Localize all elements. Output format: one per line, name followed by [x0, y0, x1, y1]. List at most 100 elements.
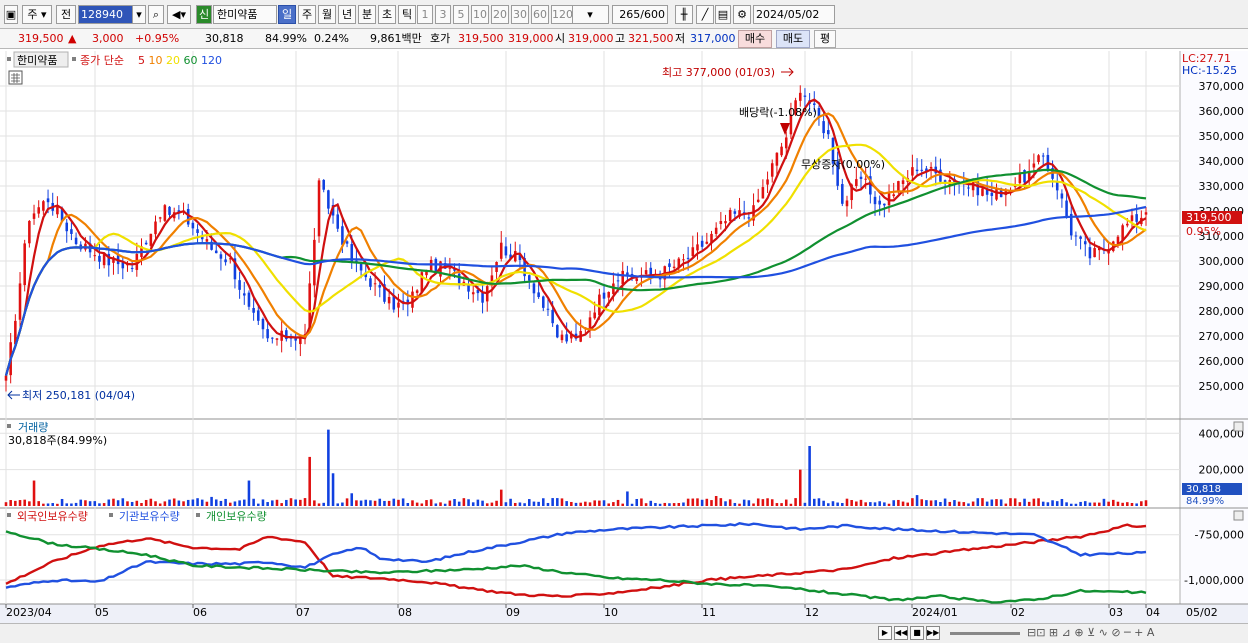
- volume-bar: [523, 503, 526, 506]
- period-tab[interactable]: 분: [358, 5, 376, 24]
- volume-bar: [1004, 503, 1008, 506]
- zoom-slider[interactable]: [950, 632, 1020, 635]
- period-tab[interactable]: 틱: [398, 5, 416, 24]
- stop-icon[interactable]: ■: [910, 626, 924, 640]
- period-tab[interactable]: 주: [298, 5, 316, 24]
- search-icon[interactable]: ⌕: [148, 5, 164, 24]
- period-select-label: 주: [27, 8, 38, 21]
- candle-body: [822, 121, 825, 134]
- save-icon[interactable]: ▤: [715, 5, 731, 24]
- interval-tab[interactable]: 20: [491, 5, 509, 24]
- volume-bar: [308, 456, 311, 506]
- candle-body: [929, 166, 933, 169]
- legend-ma-period: 5: [138, 54, 149, 67]
- interval-tab[interactable]: 60: [531, 5, 549, 24]
- interval-tab[interactable]: 120: [551, 5, 573, 24]
- eval-button[interactable]: 평: [814, 30, 836, 48]
- holding-legend-label: 기관보유수량: [119, 510, 180, 523]
- candle-type-icon[interactable]: ╫: [675, 5, 693, 24]
- volume-bar: [154, 501, 157, 506]
- volume-bar: [210, 496, 213, 506]
- volume-bar: [831, 501, 835, 506]
- interval-tab[interactable]: 1: [417, 5, 433, 24]
- count-total: /600: [640, 8, 665, 21]
- volume-bar: [191, 499, 195, 506]
- volume-bar: [84, 500, 87, 506]
- jump-start-icon[interactable]: ◀◀: [894, 626, 908, 640]
- volume-bar: [65, 503, 69, 506]
- volume-bar: [878, 501, 881, 506]
- current-pct-tag: 0.95%: [1186, 225, 1221, 238]
- volume-bar: [971, 501, 975, 506]
- candle-body: [154, 221, 157, 235]
- stock-chart[interactable]: 370,000360,000350,000340,000330,000320,0…: [0, 51, 1248, 623]
- volume-bar: [383, 500, 386, 506]
- volume-bar: [299, 499, 302, 506]
- interval-tab[interactable]: 3: [435, 5, 451, 24]
- candle-body: [471, 292, 475, 295]
- legend-ma-period: 120: [201, 54, 222, 67]
- volume-bar: [995, 499, 998, 506]
- jump-end-icon[interactable]: ▶▶: [926, 626, 940, 640]
- candle-body: [457, 273, 461, 284]
- candle-body: [766, 179, 769, 185]
- legend-stock-name: 한미약품: [17, 53, 57, 67]
- date-field[interactable]: 2024/05/02: [753, 5, 835, 24]
- interval-tab[interactable]: 5: [453, 5, 469, 24]
- volume-bar: [205, 501, 209, 506]
- period-tab[interactable]: 일: [278, 5, 296, 24]
- scroll-right-icon[interactable]: ▶: [878, 626, 892, 640]
- candle-body: [299, 338, 302, 345]
- volume-bar: [93, 501, 97, 506]
- period-tab[interactable]: 년: [338, 5, 356, 24]
- ask-price: 319,000: [508, 32, 554, 45]
- stock-name-field[interactable]: 한미약품: [213, 5, 277, 24]
- bottom-tool-icons[interactable]: ⊟⊡ ⊞ ⊿ ⊕ ⊻ ∿ ⊘ ─ + A: [1027, 626, 1154, 639]
- volume-bar: [635, 498, 639, 506]
- period-tab[interactable]: 월: [318, 5, 336, 24]
- volume-bar: [144, 499, 148, 506]
- candle-body: [481, 292, 484, 303]
- gear-icon[interactable]: ⚙: [733, 5, 751, 24]
- candle-body: [1126, 223, 1129, 226]
- speaker-icon[interactable]: ◀▾: [167, 5, 191, 24]
- volume-bar: [378, 498, 382, 506]
- volume-bar: [985, 501, 989, 506]
- prev-select[interactable]: 전: [56, 5, 76, 24]
- candle-body: [593, 312, 596, 319]
- draw-tool-icon[interactable]: ╱: [696, 5, 714, 24]
- high-price: 321,500: [628, 32, 674, 45]
- date-tick-label: 08: [398, 606, 412, 619]
- volume-bar: [420, 503, 424, 506]
- volume-bar: [1051, 500, 1054, 506]
- interval-input[interactable]: ▾: [571, 5, 609, 24]
- candle-body: [761, 187, 765, 199]
- calendar-icon[interactable]: [8, 70, 23, 85]
- volume-bar: [513, 502, 517, 506]
- volume-bar: [397, 499, 400, 506]
- code-dropdown-icon[interactable]: ▾: [132, 5, 146, 24]
- window-icon[interactable]: ▣: [4, 5, 18, 24]
- date-tick-label: 11: [702, 606, 716, 619]
- volume-bar: [200, 499, 204, 506]
- holding-close-icon[interactable]: [1233, 510, 1244, 521]
- volume-close-icon[interactable]: [1233, 421, 1244, 432]
- interval-tab[interactable]: 10: [471, 5, 489, 24]
- date-tick-label: 2023/04: [6, 606, 52, 619]
- candle-body: [415, 290, 419, 293]
- period-tab[interactable]: 초: [378, 5, 396, 24]
- interval-tab[interactable]: 30: [511, 5, 529, 24]
- price-change-pct: +0.95%: [135, 32, 180, 45]
- buy-button[interactable]: 매수: [738, 30, 772, 48]
- sell-button[interactable]: 매도: [776, 30, 810, 48]
- period-select[interactable]: 주 ▾: [22, 5, 52, 24]
- volume-bar: [663, 502, 667, 506]
- volume-bar: [275, 499, 279, 506]
- volume-bar: [457, 501, 461, 506]
- volume-bar: [1116, 501, 1120, 506]
- candle-body: [144, 242, 148, 245]
- volume-bar: [827, 503, 830, 506]
- count-field[interactable]: 265/600: [612, 5, 668, 24]
- volume-bar: [4, 502, 8, 506]
- volume-bar: [140, 502, 143, 506]
